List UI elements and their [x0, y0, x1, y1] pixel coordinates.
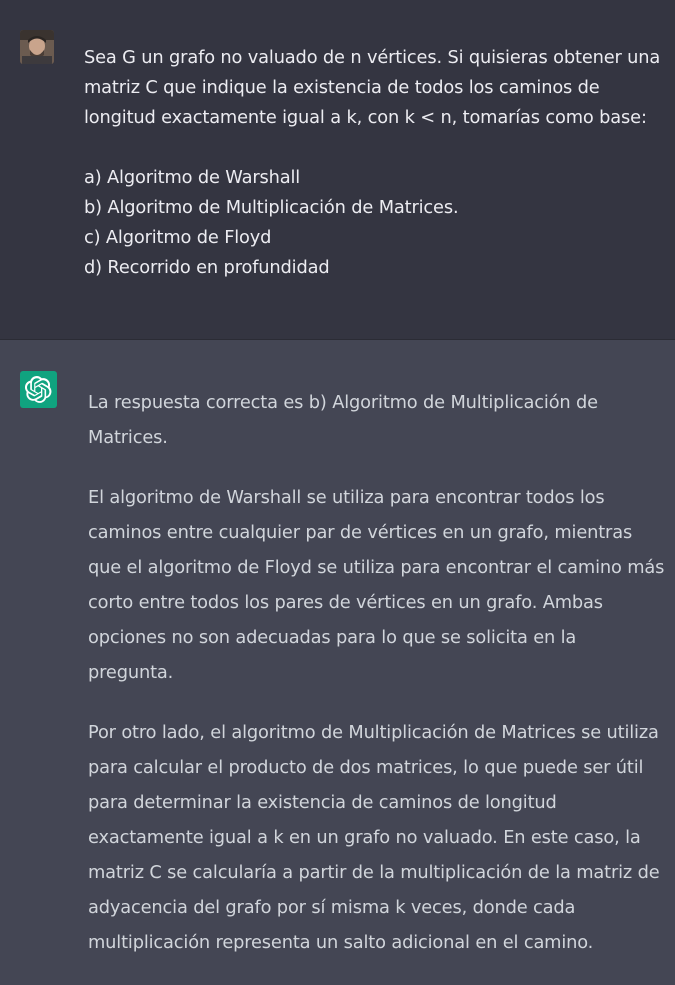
- openai-logo-icon-svg: [25, 376, 52, 403]
- user-avatar: [20, 30, 54, 64]
- assistant-paragraph: Por otro lado, el algoritmo de Multiplic…: [88, 722, 660, 953]
- user-avatar-photo: [20, 30, 54, 64]
- user-message-text: Sea G un grafo no valuado de n vértices.…: [84, 47, 661, 278]
- assistant-message-text: La respuesta correcta es b) Algoritmo de…: [88, 385, 666, 985]
- assistant-paragraph: La respuesta correcta es b) Algoritmo de…: [88, 392, 598, 448]
- assistant-paragraph: El algoritmo de Warshall se utiliza para…: [88, 487, 665, 683]
- user-message: Sea G un grafo no valuado de n vértices.…: [0, 0, 675, 340]
- assistant-message: La respuesta correcta es b) Algoritmo de…: [0, 340, 675, 963]
- openai-logo-icon: [20, 371, 57, 408]
